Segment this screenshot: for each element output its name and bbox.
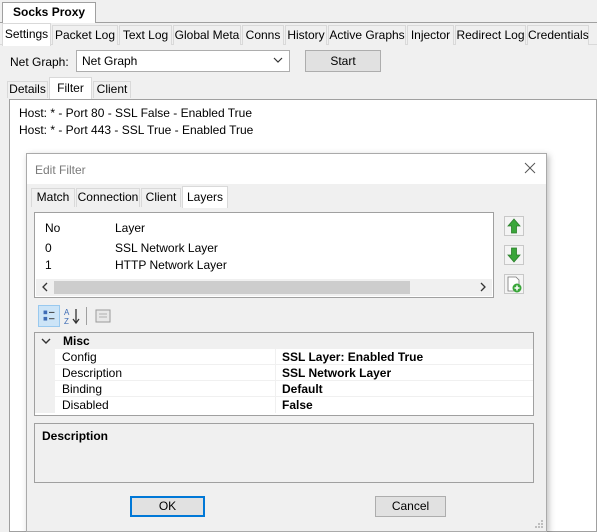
column-divider bbox=[275, 381, 276, 397]
net-graph-value: Net Graph bbox=[82, 54, 138, 68]
tab-layers[interactable]: Layers bbox=[182, 186, 228, 208]
description-label: Description bbox=[42, 429, 109, 443]
scroll-left-icon[interactable] bbox=[41, 280, 49, 294]
property-pages-icon[interactable] bbox=[92, 305, 114, 327]
property-value[interactable]: SSL Layer: Enabled True bbox=[282, 350, 423, 364]
row-gutter bbox=[35, 349, 55, 365]
tab-match[interactable]: Match bbox=[31, 188, 75, 207]
tab-conns[interactable]: Conns bbox=[242, 25, 284, 45]
horizontal-scrollbar[interactable] bbox=[36, 279, 492, 296]
alphabetical-sort-icon[interactable]: A Z bbox=[61, 305, 83, 327]
toolbar-separator bbox=[86, 307, 87, 325]
layer-name[interactable]: HTTP Network Layer bbox=[115, 258, 227, 272]
net-graph-label: Net Graph: bbox=[10, 55, 69, 69]
description-pane: Description bbox=[34, 423, 534, 483]
chevron-down-icon[interactable] bbox=[41, 336, 51, 346]
resize-grip-icon[interactable] bbox=[534, 519, 544, 529]
chevron-down-icon bbox=[273, 57, 283, 63]
property-name[interactable]: Disabled bbox=[62, 398, 109, 412]
tab-global-meta[interactable]: Global Meta bbox=[173, 25, 241, 45]
start-button[interactable]: Start bbox=[305, 50, 381, 72]
svg-text:A: A bbox=[64, 308, 70, 317]
property-grid-toolbar: A Z bbox=[34, 304, 534, 329]
tab-text-log[interactable]: Text Log bbox=[119, 25, 172, 45]
sub-tab-strip: Details Filter Client bbox=[0, 77, 597, 99]
property-name[interactable]: Binding bbox=[62, 382, 102, 396]
row-gutter bbox=[35, 381, 55, 397]
move-up-button[interactable] bbox=[504, 216, 524, 236]
layer-no: 1 bbox=[45, 258, 52, 272]
tab-client[interactable]: Client bbox=[141, 188, 181, 207]
row-gutter bbox=[35, 397, 55, 413]
category-misc[interactable]: Misc bbox=[35, 333, 533, 349]
layer-name[interactable]: SSL Network Layer bbox=[115, 241, 218, 255]
tab-filter[interactable]: Filter bbox=[49, 77, 92, 99]
layer-no: 0 bbox=[45, 241, 52, 255]
categorized-icon[interactable] bbox=[38, 305, 60, 327]
tab-redirect-log[interactable]: Redirect Log bbox=[455, 25, 526, 45]
svg-text:Z: Z bbox=[64, 317, 69, 326]
property-value[interactable]: False bbox=[282, 398, 313, 412]
property-value[interactable]: Default bbox=[282, 382, 323, 396]
tab-connection[interactable]: Connection bbox=[76, 188, 140, 207]
scroll-right-icon[interactable] bbox=[479, 280, 487, 294]
column-header-no[interactable]: No bbox=[45, 221, 60, 235]
tab-client[interactable]: Client bbox=[93, 81, 131, 98]
tab-history[interactable]: History bbox=[285, 25, 327, 45]
tab-active-graphs[interactable]: Active Graphs bbox=[328, 25, 406, 45]
ok-button[interactable]: OK bbox=[130, 496, 205, 517]
column-divider bbox=[275, 397, 276, 413]
column-divider bbox=[275, 349, 276, 365]
row-gutter bbox=[35, 365, 55, 381]
column-divider bbox=[275, 365, 276, 381]
document-tab-strip: Socks Proxy bbox=[0, 0, 597, 23]
cancel-button[interactable]: Cancel bbox=[375, 496, 446, 517]
tab-packet-log[interactable]: Packet Log bbox=[52, 25, 118, 45]
tab-credentials[interactable]: Credentials bbox=[527, 25, 589, 45]
doc-tab-socks-proxy[interactable]: Socks Proxy bbox=[2, 2, 97, 23]
main-tab-strip: Settings Packet Log Text Log Global Meta… bbox=[0, 23, 597, 46]
add-layer-button[interactable] bbox=[504, 274, 524, 294]
property-name[interactable]: Config bbox=[62, 350, 97, 364]
dialog-title: Edit Filter bbox=[35, 163, 86, 177]
list-item[interactable]: Host: * - Port 443 - SSL True - Enabled … bbox=[19, 123, 253, 137]
tab-details[interactable]: Details bbox=[7, 81, 48, 98]
edit-filter-dialog: Edit Filter Match Connection Client Laye… bbox=[26, 153, 547, 532]
tab-injector[interactable]: Injector bbox=[407, 25, 454, 45]
scrollbar-thumb[interactable] bbox=[54, 281, 410, 294]
list-item[interactable]: Host: * - Port 80 - SSL False - Enabled … bbox=[19, 106, 252, 120]
move-down-button[interactable] bbox=[504, 245, 524, 265]
layers-list[interactable]: No Layer 0 SSL Network Layer 1 HTTP Netw… bbox=[34, 212, 494, 298]
category-label: Misc bbox=[63, 334, 90, 348]
dialog-title-bar: Edit Filter bbox=[27, 154, 546, 184]
property-name[interactable]: Description bbox=[62, 366, 122, 380]
property-grid[interactable]: Misc Config SSL Layer: Enabled True Desc… bbox=[34, 332, 534, 416]
property-row-description[interactable]: Description SSL Network Layer bbox=[35, 365, 533, 381]
property-row-binding[interactable]: Binding Default bbox=[35, 381, 533, 397]
dialog-tab-strip: Match Connection Client Layers bbox=[31, 186, 544, 208]
net-graph-select[interactable]: Net Graph bbox=[76, 50, 290, 72]
property-row-config[interactable]: Config SSL Layer: Enabled True bbox=[35, 349, 533, 365]
property-value[interactable]: SSL Network Layer bbox=[282, 366, 391, 380]
tab-settings[interactable]: Settings bbox=[2, 23, 51, 46]
column-header-layer[interactable]: Layer bbox=[115, 221, 145, 235]
close-icon[interactable] bbox=[524, 162, 536, 174]
property-row-disabled[interactable]: Disabled False bbox=[35, 397, 533, 413]
